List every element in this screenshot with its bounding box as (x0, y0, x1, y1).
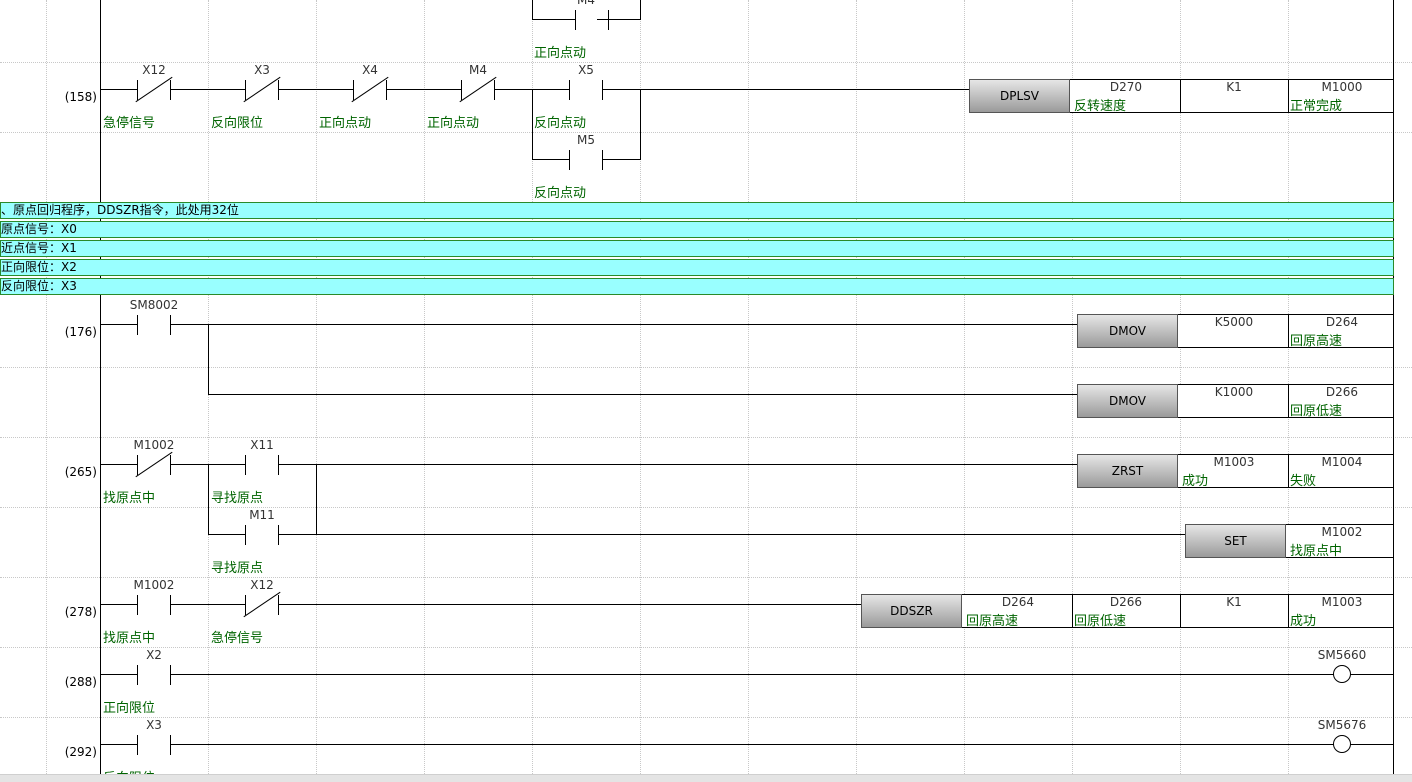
contact-nc-x4[interactable] (351, 76, 389, 103)
ladder-editor-canvas[interactable]: M4 正向点动 (158) X12 急停信号 X3 反向限位 X4 正向点动 M… (0, 0, 1412, 782)
contact-no-x2[interactable] (137, 665, 171, 685)
operand-comment: 成功 (1182, 474, 1209, 489)
device-label: X2 (146, 648, 162, 662)
operand: M1003 (1213, 455, 1255, 469)
device-comment: 反向点动 (534, 116, 587, 131)
device-comment: 找原点中 (103, 491, 156, 506)
device-label: X11 (250, 438, 274, 452)
contact-no-x11[interactable] (245, 455, 279, 475)
device-label: X4 (362, 63, 378, 77)
instruction-dplsv[interactable]: DPLSV (969, 79, 1070, 113)
operand-comment: 回原低速 (1290, 404, 1343, 419)
contact-no-m11[interactable] (245, 525, 279, 545)
step-number: (265) (64, 465, 97, 479)
operand: M1004 (1321, 455, 1363, 469)
contact-nc-x12-278[interactable] (243, 591, 281, 618)
contact-nc-x12[interactable] (135, 76, 173, 103)
contact-no-sm8002[interactable] (137, 315, 171, 335)
device-comment: 急停信号 (211, 631, 264, 646)
operand: D264 (1325, 315, 1359, 329)
coil-device: SM5660 (1317, 648, 1367, 662)
device-comment: 反向限位 (211, 116, 264, 131)
device-label: M5 (577, 133, 595, 147)
operand-comment: 反转速度 (1074, 99, 1127, 114)
operand: M1003 (1321, 595, 1363, 609)
operand: K1000 (1214, 385, 1254, 399)
contact-no-m4-top[interactable] (575, 10, 609, 30)
coil-icon[interactable] (1333, 665, 1351, 683)
step-number: (278) (64, 605, 97, 619)
device-comment: 寻找原点 (211, 561, 264, 576)
operand: K1 (1226, 595, 1242, 609)
statement-comment[interactable]: 原点信号：X0 (0, 221, 1394, 238)
operand: D270 (1109, 80, 1143, 94)
instruction-dmov[interactable]: DMOV (1077, 384, 1178, 418)
contact-no-m5[interactable] (569, 150, 603, 170)
device-comment: 寻找原点 (211, 491, 264, 506)
device-label: M11 (249, 508, 275, 522)
statement-comment[interactable]: 反向限位：X3 (0, 278, 1394, 295)
statement-comment[interactable]: 正向限位：X2 (0, 259, 1394, 276)
device-comment: 正向点动 (427, 116, 480, 131)
instruction-dmov[interactable]: DMOV (1077, 314, 1178, 348)
contact-nc-m1002[interactable] (135, 451, 173, 478)
contact-no-x5[interactable] (569, 80, 603, 100)
contact-no-x3[interactable] (137, 735, 171, 755)
instruction-set[interactable]: SET (1185, 524, 1286, 558)
operand-comment: 回原高速 (1290, 334, 1343, 349)
device-label: M4 (577, 0, 595, 7)
operand: K5000 (1214, 315, 1254, 329)
device-label: M1002 (133, 438, 175, 452)
device-label: X12 (142, 63, 166, 77)
step-number: (288) (64, 675, 97, 689)
device-label: X12 (250, 578, 274, 592)
device-label: SM8002 (129, 298, 179, 312)
operand: M1002 (1321, 525, 1363, 539)
operand: K1 (1226, 80, 1242, 94)
device-label: X3 (254, 63, 270, 77)
horizontal-scrollbar[interactable] (0, 774, 1412, 782)
operand-comment: 成功 (1290, 614, 1317, 629)
statement-comment[interactable]: 、原点回归程序，DDSZR指令，此处用32位 (0, 202, 1394, 219)
contact-nc-x3[interactable] (243, 76, 281, 103)
device-comment: 急停信号 (103, 116, 156, 131)
step-number: (158) (64, 90, 97, 104)
contact-nc-m4[interactable] (459, 76, 497, 103)
operand: M1000 (1321, 80, 1363, 94)
instruction-ddszr[interactable]: DDSZR (861, 594, 962, 628)
operand-comment: 找原点中 (1290, 544, 1343, 559)
operand: D264 (1001, 595, 1035, 609)
device-comment: 正向点动 (319, 116, 372, 131)
device-comment: 找原点中 (103, 631, 156, 646)
step-number: (292) (64, 745, 97, 759)
device-label: X5 (578, 63, 594, 77)
device-comment: 正向限位 (103, 701, 156, 716)
coil-device: SM5676 (1317, 718, 1367, 732)
operand: D266 (1109, 595, 1143, 609)
operand-comment: 正常完成 (1290, 99, 1343, 114)
step-number: (176) (64, 325, 97, 339)
operand-comment: 失败 (1290, 474, 1317, 489)
device-label: X3 (146, 718, 162, 732)
device-label: M1002 (133, 578, 175, 592)
device-comment: 反向点动 (534, 186, 587, 201)
operand-comment: 回原高速 (966, 614, 1019, 629)
coil-icon[interactable] (1333, 735, 1351, 753)
operand-comment: 回原低速 (1074, 614, 1127, 629)
statement-comment[interactable]: 近点信号：X1 (0, 240, 1394, 257)
device-label: M4 (469, 63, 487, 77)
instruction-zrst[interactable]: ZRST (1077, 454, 1178, 488)
contact-no-m1002[interactable] (137, 595, 171, 615)
device-comment: 正向点动 (534, 46, 587, 61)
operand: D266 (1325, 385, 1359, 399)
